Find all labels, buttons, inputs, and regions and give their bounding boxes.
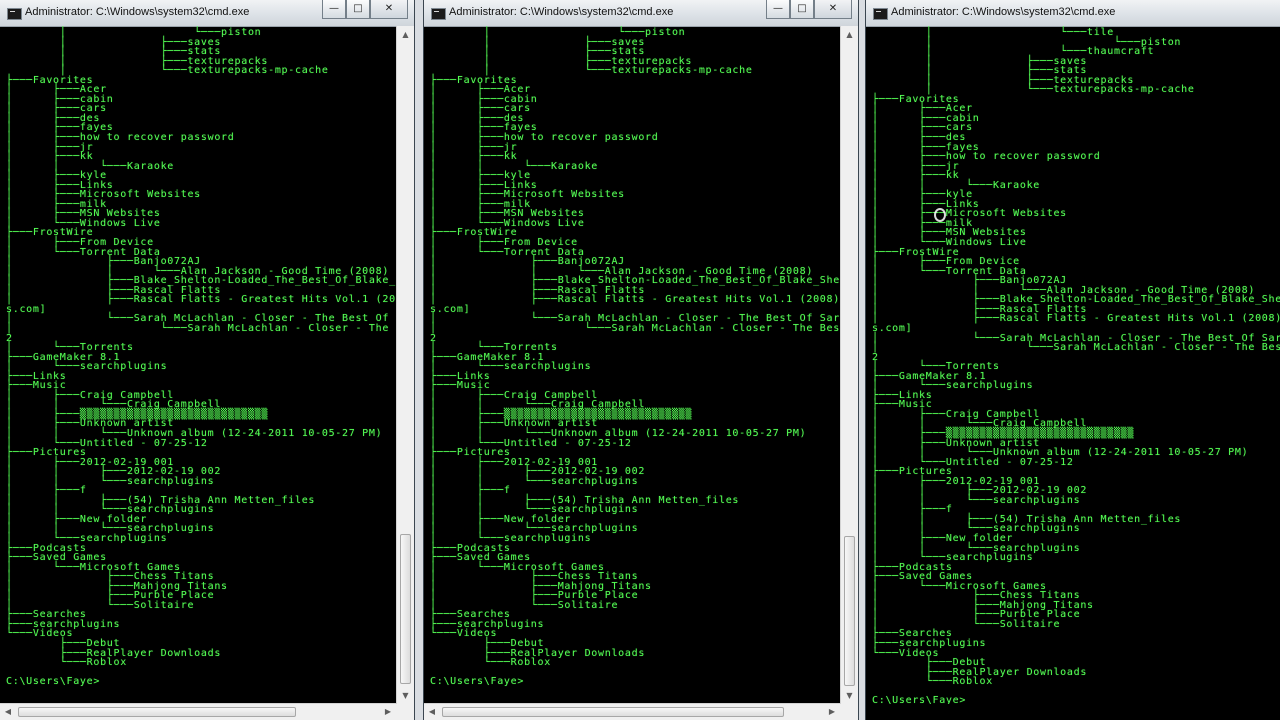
scrollbar-corner	[840, 704, 858, 720]
maximize-button[interactable]: □	[790, 0, 814, 19]
console-line: │ └───Sarah McLachlan - Closer - The Bes…	[6, 322, 396, 334]
window-title: Administrator: C:\Windows\system32\cmd.e…	[891, 6, 1116, 18]
console-line: C:\Users\Faye>	[872, 695, 967, 704]
scroll-thumb[interactable]	[400, 534, 411, 684]
close-button[interactable]: ✕	[814, 0, 852, 19]
vertical-scrollbar[interactable]: ▲ ▼	[396, 26, 414, 704]
title-bar[interactable]: Administrator: C:\Windows\system32\cmd.e…	[0, 0, 414, 27]
scroll-down-icon[interactable]: ▼	[841, 687, 858, 704]
console-line: C:\Users\Faye>	[430, 676, 525, 688]
console-output[interactable]: │ └───tile │ └───piston │ └───thaumcraft…	[866, 26, 1280, 704]
vertical-scrollbar[interactable]: ▲ ▼	[840, 26, 858, 704]
console-line: │ ├───Rascal Flatts - Greatest Hits Vol.…	[872, 313, 1280, 325]
close-button[interactable]: ✕	[370, 0, 408, 19]
window-title: Administrator: C:\Windows\system32\cmd.e…	[449, 6, 674, 18]
scroll-left-icon[interactable]: ◀	[424, 704, 440, 720]
horizontal-scrollbar[interactable]: ◀ ▶	[0, 703, 396, 720]
console-line: │ ├───Rascal Flatts - Greatest Hits Vol.…	[6, 294, 396, 306]
scroll-thumb[interactable]	[844, 536, 855, 686]
console-line: │ ├───Rascal Flatts - Greatest Hits Vol.…	[430, 294, 840, 306]
scroll-thumb[interactable]	[18, 707, 296, 717]
console-line: └───Roblox	[6, 657, 127, 669]
window-title: Administrator: C:\Windows\system32\cmd.e…	[25, 6, 250, 18]
scroll-right-icon[interactable]: ▶	[380, 704, 396, 720]
minimize-button[interactable]: —	[766, 0, 790, 19]
title-bar[interactable]: Administrator: C:\Windows\system32\cmd.e…	[424, 0, 858, 27]
horizontal-scrollbar[interactable]: ◀ ▶	[424, 703, 840, 720]
scroll-thumb[interactable]	[442, 707, 784, 717]
console-output[interactable]: │ └───piston │ ├───saves │ ├───stats │ ├…	[0, 26, 396, 704]
scroll-down-icon[interactable]: ▼	[397, 687, 414, 704]
scroll-left-icon[interactable]: ◀	[0, 704, 16, 720]
cmd-icon	[7, 8, 22, 20]
scroll-up-icon[interactable]: ▲	[841, 26, 858, 43]
cmd-window-right[interactable]: Administrator: C:\Windows\system32\cmd.e…	[866, 0, 1280, 720]
console-line: │ └───Sarah McLachlan - Closer - The Bes…	[872, 342, 1280, 354]
console-line: └───Roblox	[430, 657, 551, 669]
console-line: C:\Users\Faye>	[6, 676, 101, 688]
console-line: └───Roblox	[872, 676, 993, 688]
cmd-icon	[431, 8, 446, 20]
scrollbar-corner	[396, 704, 414, 720]
cmd-window-center[interactable]: Administrator: C:\Windows\system32\cmd.e…	[424, 0, 858, 720]
console-line: │ └───Sarah McLachlan - Closer - The Bes…	[430, 322, 840, 334]
scroll-right-icon[interactable]: ▶	[824, 704, 840, 720]
mouse-cursor-icon	[934, 208, 946, 222]
title-bar[interactable]: Administrator: C:\Windows\system32\cmd.e…	[866, 0, 1280, 27]
cmd-icon	[873, 8, 888, 20]
console-output[interactable]: │ └───piston │ ├───saves │ ├───stats │ ├…	[424, 26, 840, 704]
minimize-button[interactable]: —	[322, 0, 346, 19]
scroll-up-icon[interactable]: ▲	[397, 26, 414, 43]
maximize-button[interactable]: □	[346, 0, 370, 19]
cmd-window-left[interactable]: Administrator: C:\Windows\system32\cmd.e…	[0, 0, 414, 720]
